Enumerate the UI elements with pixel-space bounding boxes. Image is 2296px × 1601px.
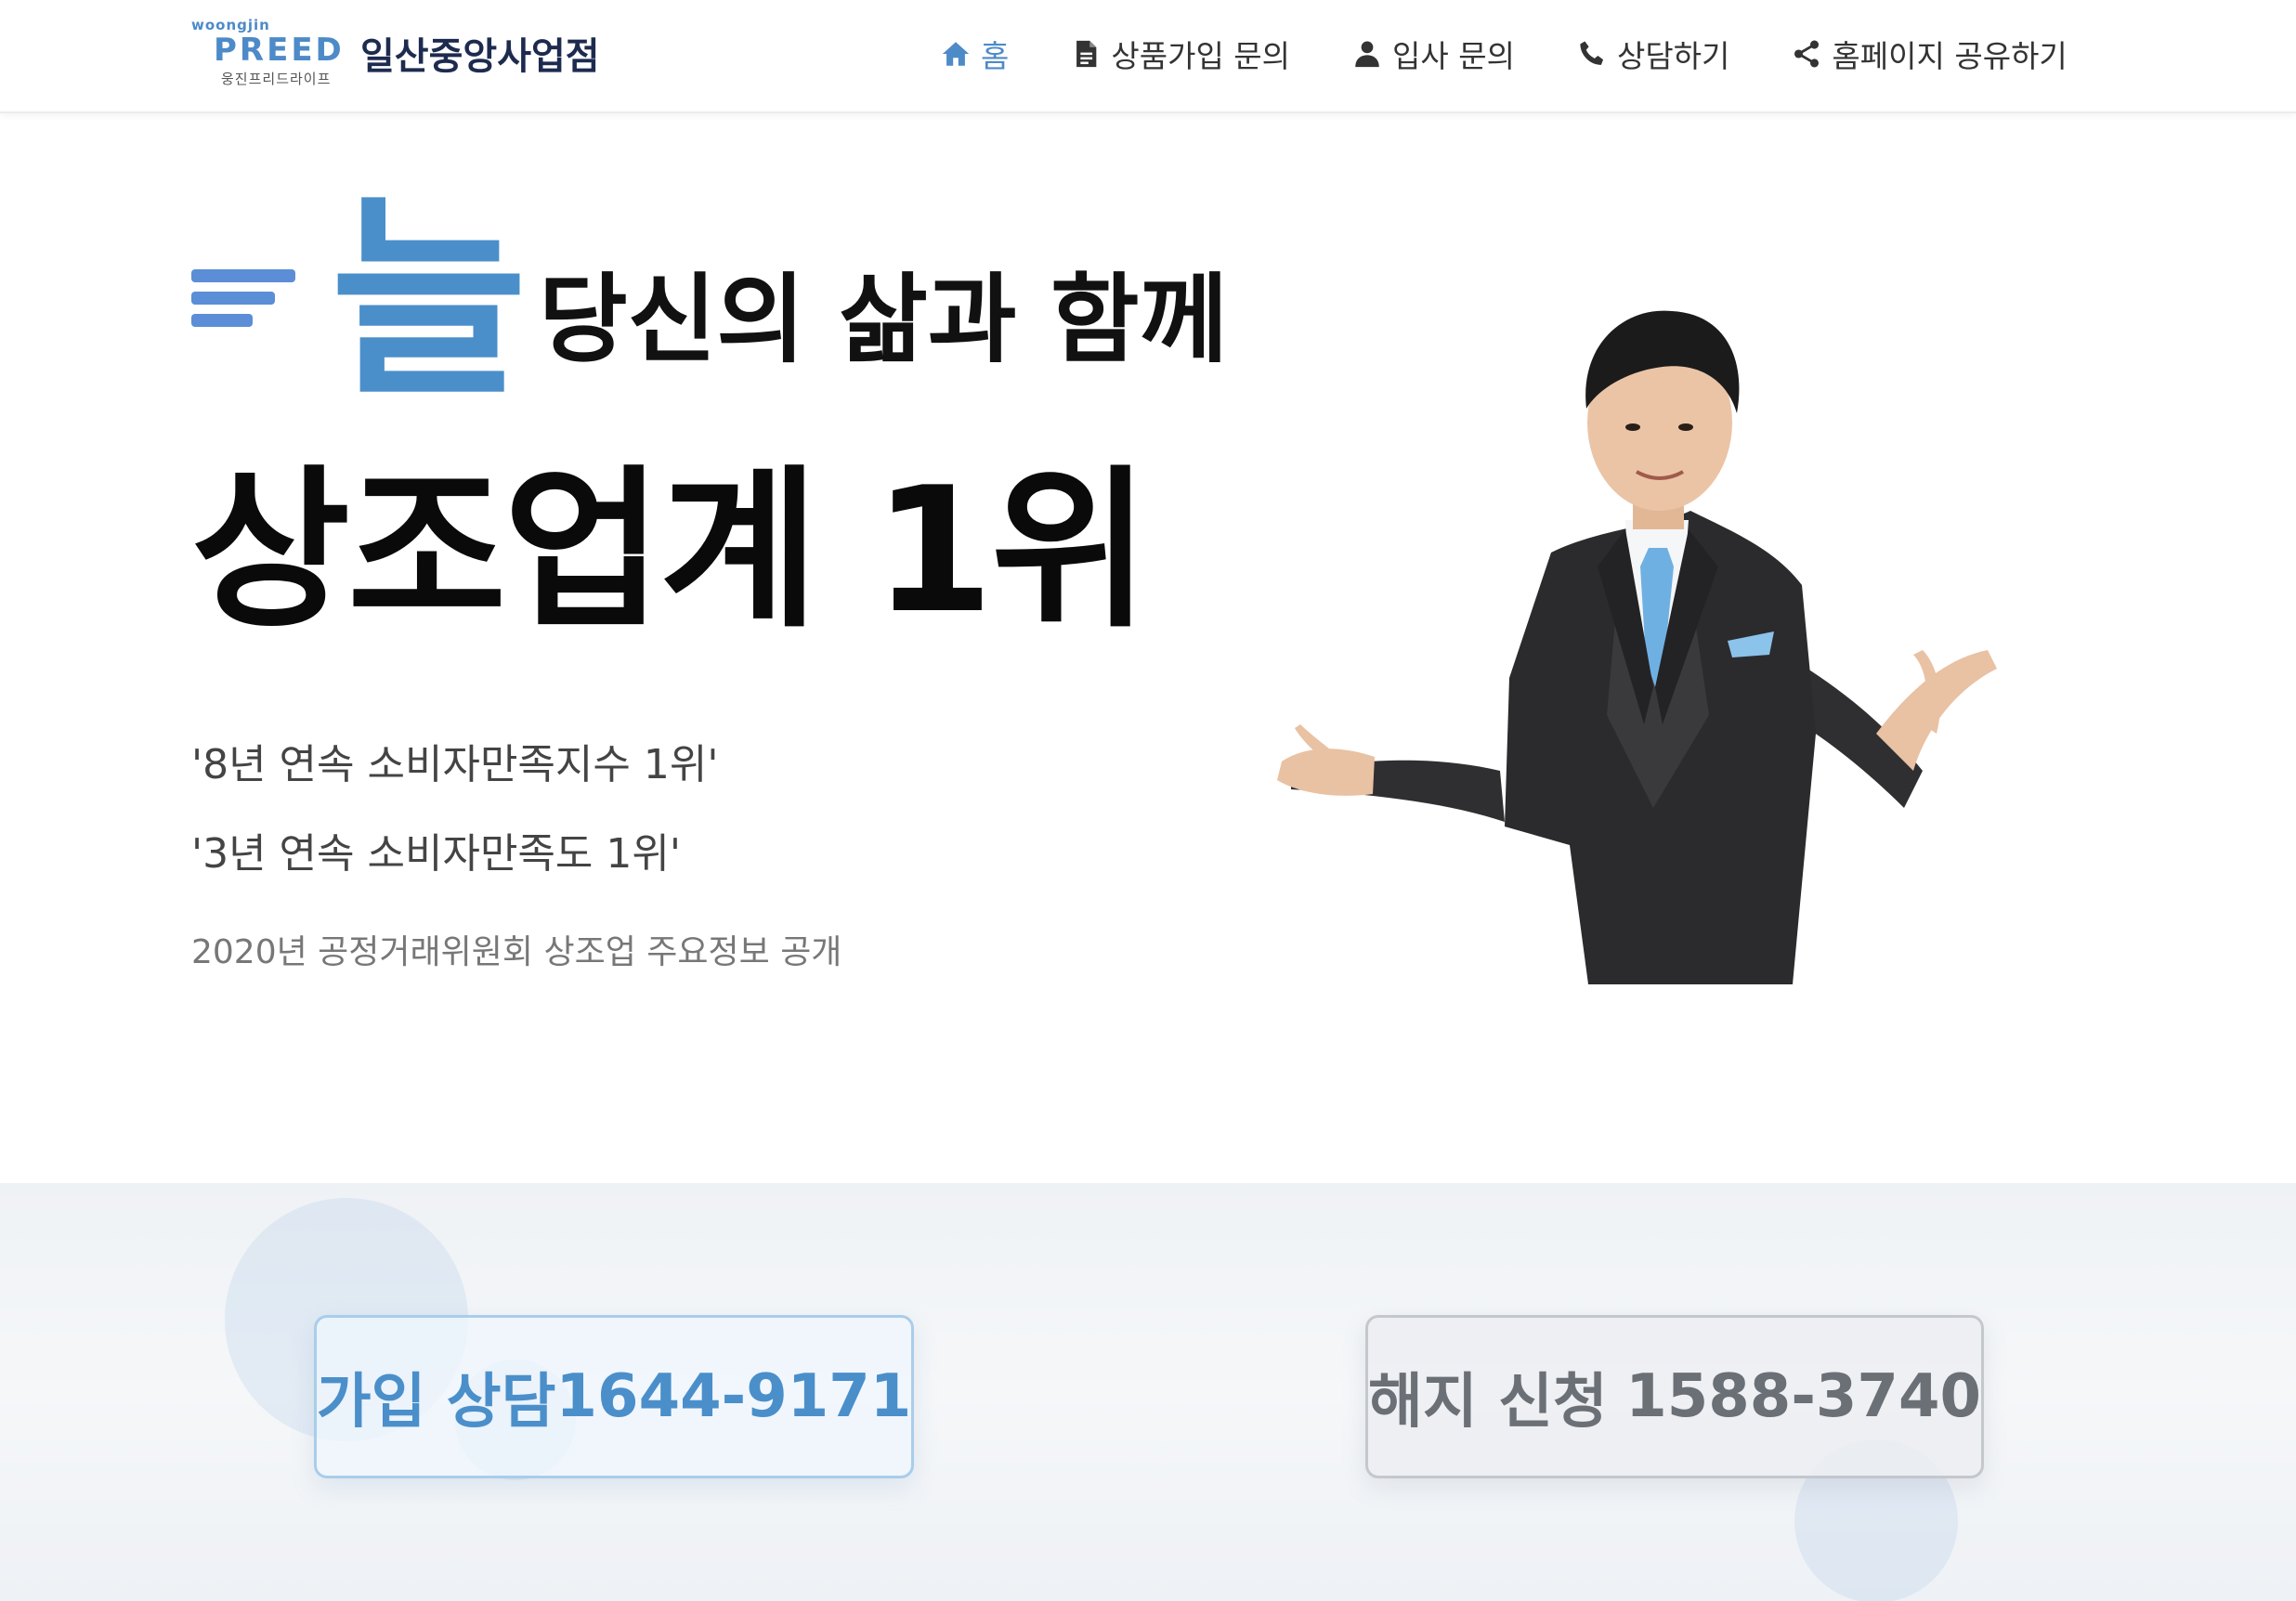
cancel-request-label: 해지 신청 [1368,1368,1608,1437]
award-line-2: '3년 연속 소비자만족도 1위' [191,830,681,878]
top-navbar: woongjin PREED 웅진프리드라이프 일산중앙사업점 홈 상품가입 문… [0,0,2296,113]
join-consult-phone: 1644-9171 [555,1362,912,1431]
person-icon [1350,36,1385,72]
nav-item-home[interactable]: 홈 [938,32,1009,76]
nav-item-consult[interactable]: 상담하기 [1574,32,1729,76]
nav-menu: 홈 상품가입 문의 입사 문의 상담하기 홈페이지 공유하기 [938,30,2068,78]
hero-tagline: 당신의 삶과 함께 [539,263,1229,376]
nav-item-label: 홈 [981,38,1010,74]
logo-main-text: PREED [214,32,345,69]
document-icon [1068,36,1103,72]
phone-icon [1574,36,1610,72]
nav-item-label: 홈페이지 공유하기 [1832,38,2068,74]
award-line-1: '8년 연속 소비자만족지수 1위' [191,741,719,788]
join-consult-label: 가입 상담 [316,1368,556,1437]
accent-bars-decoration [191,269,295,331]
home-icon [938,36,973,72]
nav-item-label: 상담하기 [1616,38,1730,74]
source-note: 2020년 공정거래위원회 상조업 주요정보 공개 [191,933,842,971]
share-icon [1789,36,1824,72]
hero-headline: 상조업계 1위 [191,449,1150,651]
presenter-image [1277,310,1997,984]
logo-sub-text: 웅진프리드라이프 [221,71,332,87]
cancel-request-phone: 1588-3740 [1625,1362,1981,1431]
hero-big-glyph: 늘 [331,177,528,425]
nav-item-share[interactable]: 홈페이지 공유하기 [1789,32,2068,76]
nav-item-label: 상품가입 문의 [1111,38,1291,74]
branch-name[interactable]: 일산중앙사업점 [360,26,600,80]
nav-item-label: 입사 문의 [1392,38,1515,74]
join-consult-button[interactable]: 가입 상담 1644-9171 [314,1315,914,1478]
nav-item-product-inquiry[interactable]: 상품가입 문의 [1068,32,1290,76]
nav-item-recruit-inquiry[interactable]: 입사 문의 [1350,32,1515,76]
brand-logo[interactable]: woongjin PREED 웅진프리드라이프 [191,17,342,91]
cancel-request-button[interactable]: 해지 신청 1588-3740 [1365,1315,1984,1478]
contact-cta-section: 가입 상담 1644-9171 해지 신청 1588-3740 [0,1183,2296,1601]
